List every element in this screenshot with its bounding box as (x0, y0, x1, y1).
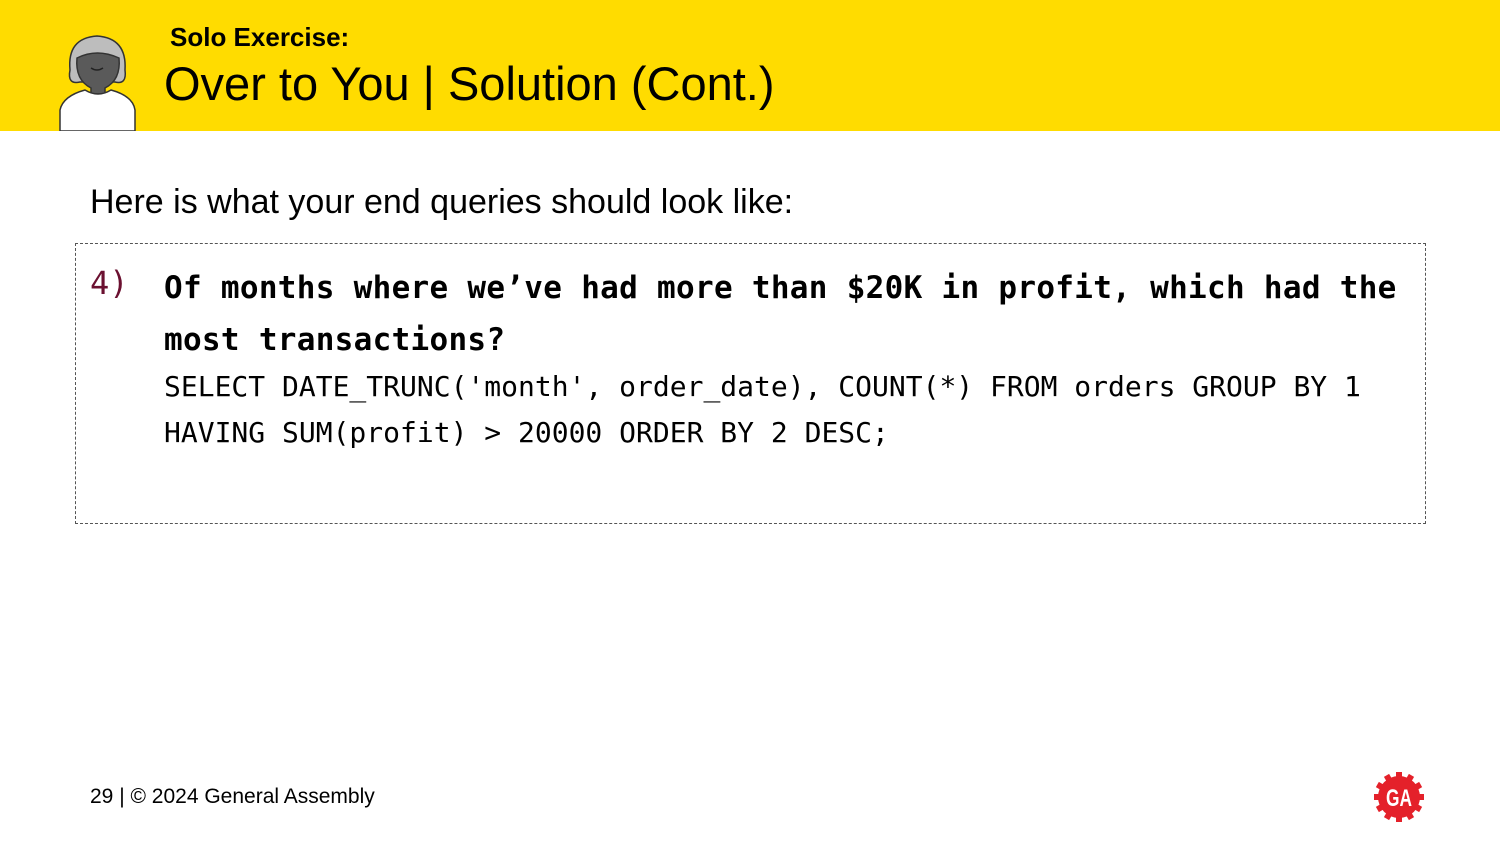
header-banner: Solo Exercise: Over to You | Solution (C… (0, 0, 1500, 131)
svg-text:GA: GA (1386, 785, 1412, 812)
general-assembly-logo: GA (1374, 772, 1424, 822)
slide-title: Over to You | Solution (Cont.) (164, 57, 775, 110)
slide-kicker: Solo Exercise: (170, 22, 350, 52)
intro-text: Here is what your end queries should loo… (90, 183, 794, 221)
question-text: Of months where we’ve had more than $20K… (164, 270, 1397, 358)
sql-code: SELECT DATE_TRUNC('month', order_date), … (164, 370, 1361, 449)
question-number: 4) (90, 264, 129, 302)
footer-text: 29 | © 2024 General Assembly (90, 785, 375, 808)
avatar-icon (59, 35, 136, 131)
